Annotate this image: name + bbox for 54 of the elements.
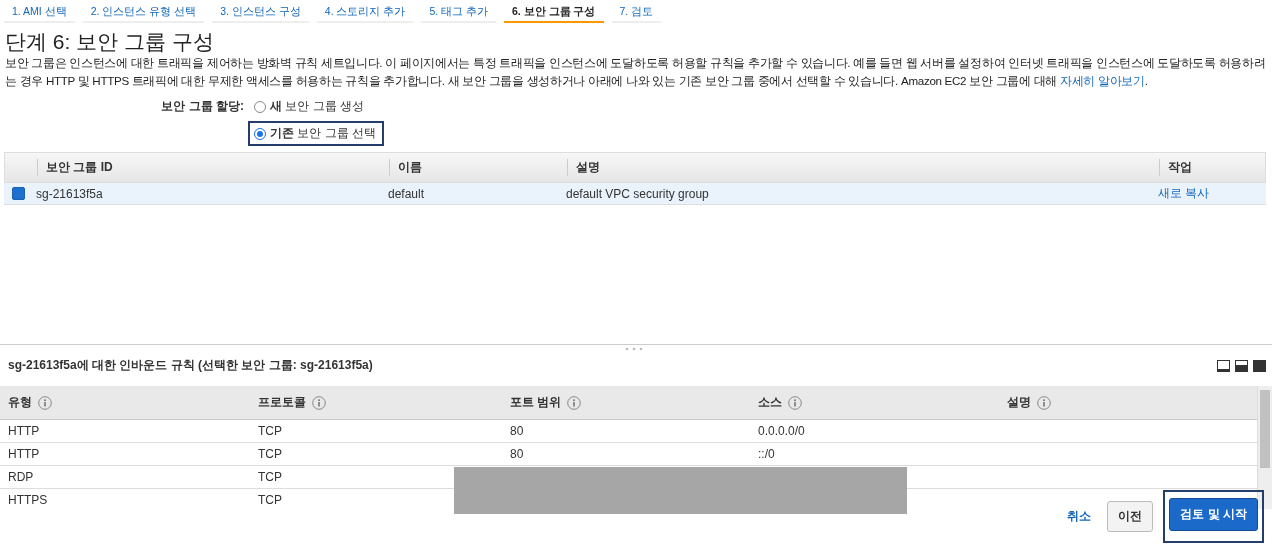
table-cell-text: RDP — [7, 470, 35, 484]
cancel-button[interactable]: 취소 — [1061, 507, 1098, 526]
table-cell-text: default VPC security group — [566, 186, 710, 201]
layout-icon[interactable] — [1253, 359, 1266, 372]
table-cell-text: 0.0.0.0/0 — [757, 424, 806, 438]
copy-link[interactable]: 새로 복사 — [1158, 185, 1266, 202]
table-cell-text: 80 — [509, 447, 525, 461]
table-cell-text: sg-21613f5a — [36, 186, 104, 201]
column-header: 포트 범위 — [510, 394, 562, 411]
step-tab[interactable]: 6. 보안 그룹 구성 — [504, 0, 604, 23]
column-header: 유형 — [8, 394, 32, 411]
radio-option[interactable]: 새 보안 그룹 생성 — [248, 94, 372, 119]
step-tab[interactable]: 3. 인스턴스 구성 — [212, 0, 309, 23]
assign-label: 보안 그룹 할당: — [160, 98, 245, 115]
step-tab[interactable]: 4. 스토리지 추가 — [316, 0, 414, 23]
step-tab[interactable]: 1. AMI 선택 — [4, 0, 75, 23]
page-title: 단계 6: 보안 그룹 구성 — [5, 30, 215, 54]
step-tab[interactable]: 2. 인스턴스 유형 선택 — [82, 0, 205, 23]
table-cell-text: HTTP — [7, 447, 41, 461]
table-cell-text: HTTPS — [7, 493, 49, 507]
column-header[interactable]: 보안 그룹 ID — [37, 159, 389, 176]
description: 보안 그룹은 인스턴스에 대한 트래픽을 제어하는 방화벽 규칙 세트입니다. 이 페이지에서는 특정 트래픽을 인스턴스에 도달하도록 허용할 규칙을 추가할 수 있습니다. 예를 들면 웹 서버를 설정하여 인터넷 트래픽을 인스턴스에 도달하도록 허용하려는 경우 HTTP 및 HTTPS 트래픽에 대한 무제한 액세스를 허용하는 규칙을 추가합니다. 새 보안 그룹을 생성하거나 아래에 나와 있는 기존 보안 그룹 중에서 선택할 수 있습니다. Amazon EC2 보안 그룹에 대해 자세히 알아보기. — [5, 55, 1267, 89]
layout-icon[interactable] — [1217, 359, 1230, 372]
radio-option[interactable]: 기존 보안 그룹 선택 — [248, 121, 384, 146]
column-header: 소스 — [758, 394, 782, 411]
info-icon[interactable] — [788, 395, 802, 410]
column-header[interactable]: 이름 — [389, 159, 567, 176]
resize-handle-icon[interactable] — [624, 347, 644, 351]
table-cell-text: TCP — [257, 447, 283, 461]
step-tab[interactable]: 5. 태그 추가 — [421, 0, 496, 23]
learn-more-link[interactable]: 자세히 알아보기 — [1059, 74, 1145, 87]
column-header[interactable]: 설명 — [567, 159, 1159, 176]
layout-icon[interactable] — [1235, 359, 1248, 372]
column-header: 설명 — [1007, 394, 1031, 411]
info-icon[interactable] — [312, 395, 326, 410]
table-cell-text: TCP — [257, 470, 283, 484]
table-cell-text: HTTP — [7, 424, 41, 438]
previous-button[interactable]: 이전 — [1107, 501, 1154, 532]
info-icon[interactable] — [567, 395, 582, 410]
table-cell-text: ::/0 — [757, 447, 776, 461]
panel-title: sg-21613f5a에 대한 인바운드 규칙 (선택한 보안 그룹: sg-21613f5a) — [8, 357, 373, 374]
table-cell-text: 80 — [509, 424, 525, 438]
table-cell-text: default — [388, 186, 426, 201]
scrollbar[interactable] — [1257, 386, 1272, 509]
review-launch-button[interactable]: 검토 및 시작 — [1169, 498, 1258, 531]
table-cell-text: TCP — [257, 424, 283, 438]
row-checkbox[interactable] — [12, 187, 25, 200]
step-tab[interactable]: 7. 검토 — [611, 0, 662, 23]
info-icon[interactable] — [38, 395, 52, 410]
column-header[interactable]: 작업 — [1159, 159, 1265, 176]
info-icon[interactable] — [1037, 395, 1051, 410]
table-row[interactable]: sg-21613f5a default default VPC security group 새로 복사 — [4, 183, 1266, 205]
column-header: 프로토콜 — [258, 394, 306, 411]
table-cell-text: TCP — [257, 493, 283, 507]
